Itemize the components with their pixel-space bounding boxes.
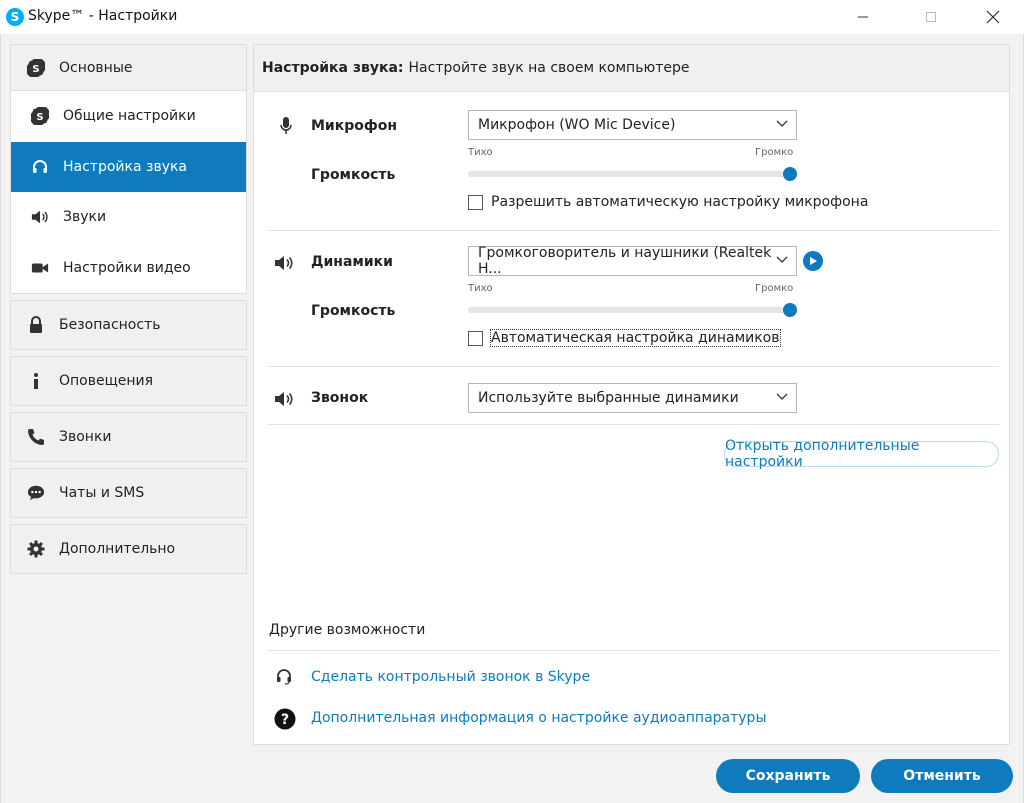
sidebar-item-label: Чаты и SMS	[59, 485, 145, 501]
speakers-select-value: Громкоговоритель и наушники (Realtek H..…	[478, 245, 772, 277]
speaker-icon	[274, 255, 296, 275]
mic-volume-slider[interactable]	[468, 171, 797, 177]
sidebar-item-label: Дополнительно	[59, 541, 176, 557]
sidebar-item-label: Общие настройки	[63, 108, 196, 125]
ringer-label: Звонок	[311, 390, 369, 406]
ringer-select-value: Используйте выбранные динамики	[478, 390, 739, 406]
cancel-button[interactable]: Отменить	[871, 759, 1013, 793]
microphone-select-value: Микрофон (WO Mic Device)	[478, 117, 676, 133]
microphone-select[interactable]: Микрофон (WO Mic Device)	[468, 110, 797, 140]
microphone-label: Микрофон	[311, 118, 398, 134]
question-icon: ?	[274, 708, 296, 734]
audio-settings-panel: Настройка звука: Настройте звук на своем…	[253, 44, 1010, 745]
skype-logo-icon: S	[6, 8, 24, 26]
audio-help-link[interactable]: Дополнительная информация о настройке ау…	[311, 710, 767, 726]
sidebar-item-label: Настройка звука	[63, 158, 188, 175]
section-divider	[268, 366, 999, 367]
mic-volume-slider-thumb[interactable]	[783, 167, 797, 181]
sidebar-item-general-settings[interactable]: S Общие настройки	[11, 91, 246, 142]
video-camera-icon	[31, 259, 49, 277]
open-advanced-settings-button[interactable]: Открыть дополнительные настройки	[724, 438, 999, 470]
svg-text:?: ?	[281, 712, 289, 728]
mic-volume-label: Громкость	[311, 167, 396, 183]
speaker-auto-adjust-label: Автоматическая настройка динамиков	[490, 329, 781, 347]
speaker-volume-slider-thumb[interactable]	[783, 303, 797, 317]
speaker-auto-adjust-checkbox[interactable]	[468, 330, 483, 346]
speaker-volume-label: Громкость	[311, 303, 396, 319]
close-button[interactable]	[970, 0, 1016, 34]
maximize-button[interactable]	[908, 0, 954, 34]
speaker-volume-slider[interactable]	[468, 307, 797, 313]
info-icon	[27, 372, 45, 390]
mic-auto-adjust-checkbox[interactable]	[468, 194, 483, 210]
chat-icon	[27, 484, 45, 502]
sidebar-item-video-settings[interactable]: Настройки видео	[11, 242, 246, 293]
speaker-auto-adjust-option[interactable]: Автоматическая настройка динамиков	[468, 329, 781, 347]
section-divider	[268, 650, 999, 651]
sidebar-item-advanced[interactable]: Дополнительно	[10, 524, 247, 574]
maximize-icon	[926, 12, 936, 22]
ringer-speaker-icon	[274, 391, 296, 411]
sidebar-item-label: Основные	[59, 59, 133, 76]
speakers-select[interactable]: Громкоговоритель и наушники (Realtek H..…	[468, 245, 797, 277]
play-test-sound-button[interactable]	[803, 251, 823, 271]
panel-header-title: Настройка звука:	[262, 60, 404, 76]
test-call-link[interactable]: Сделать контрольный звонок в Skype	[311, 669, 590, 685]
save-button[interactable]: Сохранить	[716, 759, 860, 793]
sidebar-item-general[interactable]: S Основные	[11, 45, 246, 91]
microphone-icon	[280, 116, 292, 140]
headset-icon	[275, 667, 293, 689]
minimize-button[interactable]	[840, 0, 886, 34]
lock-icon	[27, 316, 45, 334]
headset-icon	[31, 158, 49, 176]
skype-icon: S	[31, 107, 49, 126]
mic-auto-adjust-label: Разрешить автоматическую настройку микро…	[491, 194, 869, 210]
speaker-volume-quiet-label: Тихо	[468, 283, 493, 294]
other-features-title: Другие возможности	[269, 622, 426, 638]
window-title: Skype™ - Настройки	[28, 8, 178, 24]
minimize-icon	[858, 16, 868, 18]
play-icon	[810, 257, 817, 265]
chevron-down-icon	[776, 256, 788, 263]
sidebar-group-general: S Основные S Общие настройки Настройка з…	[10, 44, 247, 294]
chevron-down-icon	[776, 393, 788, 400]
skype-icon: S	[27, 58, 45, 77]
panel-header-subtitle: Настройте звук на своем компьютере	[408, 60, 690, 76]
ringer-select[interactable]: Используйте выбранные динамики	[468, 383, 797, 413]
chevron-down-icon	[776, 120, 788, 127]
sidebar-item-notifications[interactable]: Оповещения	[10, 356, 247, 406]
mic-volume-loud-label: Громко	[755, 147, 794, 158]
sidebar-item-label: Звуки	[63, 209, 107, 226]
mic-volume-quiet-label: Тихо	[468, 147, 493, 158]
speaker-volume-loud-label: Громко	[755, 283, 794, 294]
mic-auto-adjust-option[interactable]: Разрешить автоматическую настройку микро…	[468, 194, 868, 210]
gear-icon	[27, 540, 45, 558]
sidebar-item-calls[interactable]: Звонки	[10, 412, 247, 462]
sidebar-item-label: Оповещения	[59, 373, 154, 389]
panel-header: Настройка звука: Настройте звук на своем…	[254, 45, 1009, 92]
sidebar-item-label: Безопасность	[59, 317, 161, 333]
speaker-icon	[31, 208, 49, 226]
sidebar-item-audio-settings[interactable]: Настройка звука	[11, 141, 246, 192]
svg-text:S: S	[36, 112, 43, 123]
title-bar: S Skype™ - Настройки	[0, 0, 1024, 34]
settings-sidebar: S Основные S Общие настройки Настройка з…	[10, 44, 247, 574]
svg-text:S: S	[32, 64, 39, 75]
section-divider	[268, 424, 999, 425]
sidebar-item-chats-sms[interactable]: Чаты и SMS	[10, 468, 247, 518]
sidebar-item-label: Звонки	[59, 429, 112, 445]
sidebar-item-label: Настройки видео	[63, 259, 191, 276]
sidebar-item-security[interactable]: Безопасность	[10, 300, 247, 350]
section-divider	[268, 230, 999, 231]
sidebar-item-sounds[interactable]: Звуки	[11, 192, 246, 243]
speakers-label: Динамики	[311, 254, 393, 270]
phone-icon	[27, 428, 45, 446]
close-icon	[986, 10, 1000, 24]
